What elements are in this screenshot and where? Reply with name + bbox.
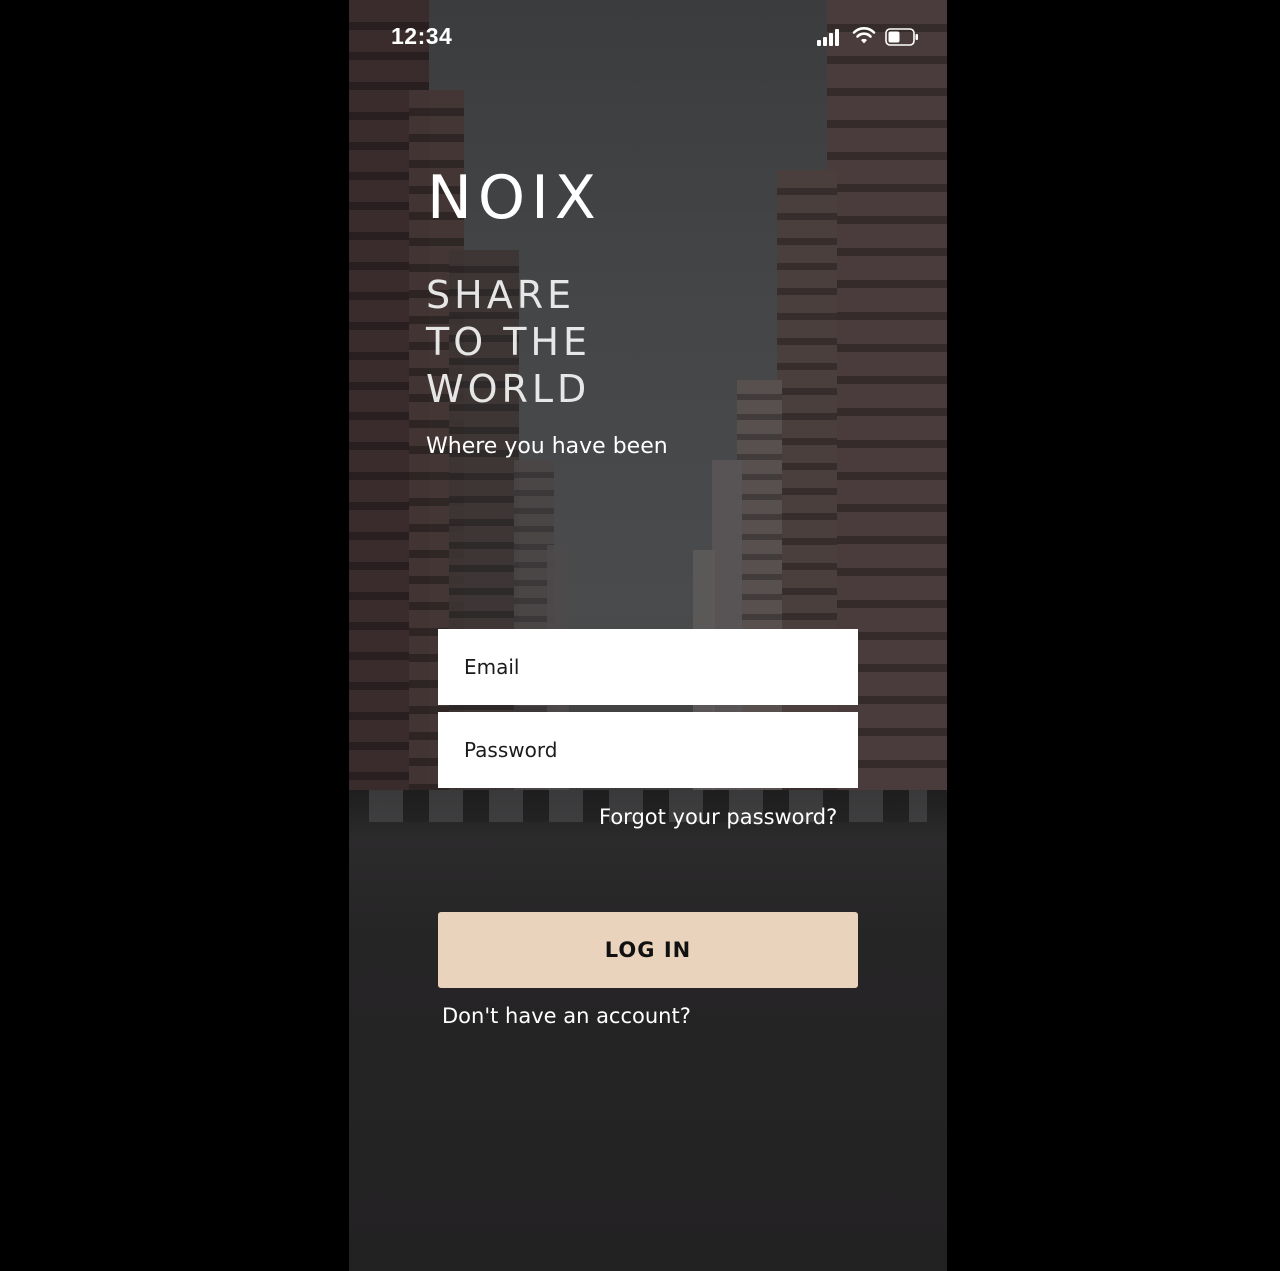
tagline-line: WORLD [426, 367, 591, 411]
login-button[interactable]: LOG IN [438, 912, 858, 988]
email-field[interactable] [438, 629, 858, 705]
status-time: 12:34 [391, 23, 453, 49]
forgot-password-link[interactable]: Forgot your password? [599, 805, 837, 829]
subtitle: Where you have been [426, 434, 668, 459]
background-street [349, 790, 947, 1271]
password-field[interactable] [438, 712, 858, 788]
tagline: SHARE TO THE WORLD [426, 272, 591, 413]
app-logo-title: NOIX [427, 163, 602, 233]
battery-icon [885, 28, 918, 46]
status-bar: 12:34 [349, 0, 947, 70]
background-building [827, 0, 947, 830]
login-screen: 12:34 NOIX SHARE TO THE WORLD Where you … [349, 0, 947, 1271]
tagline-line: TO THE [426, 320, 591, 364]
wifi-icon [852, 27, 876, 44]
cellular-signal-icon [817, 28, 845, 46]
signup-link[interactable]: Don't have an account? [442, 1004, 691, 1028]
tagline-line: SHARE [426, 273, 576, 317]
